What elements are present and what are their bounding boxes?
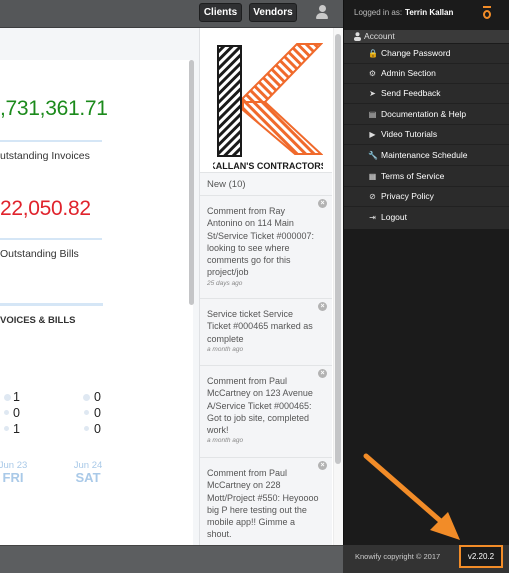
- notification-item[interactable]: Comment from Paul McCartney on 123 Avenu…: [200, 366, 332, 458]
- notification-text: Comment from Ray Antonino on 114 Main St…: [207, 206, 315, 278]
- stat-dot: [4, 410, 9, 415]
- divider: [0, 140, 102, 142]
- receivable-label: utstanding Invoices: [0, 150, 90, 162]
- calendar-weekday: SAT: [75, 470, 101, 485]
- receivable-amount[interactable]: ,731,361.71: [0, 97, 108, 121]
- company-logo: KALLAN'S CONTRACTORS: [213, 43, 323, 171]
- stat-dot: [84, 426, 89, 431]
- notification-time: a month ago: [207, 345, 244, 353]
- notification-text: Comment from Paul McCartney on 123 Avenu…: [207, 376, 313, 436]
- account-section-label: Account: [364, 31, 395, 41]
- calendar-day-fri[interactable]: Jun 23 FRI: [0, 460, 30, 485]
- notifications-scrollbar[interactable]: [335, 34, 341, 464]
- vendors-button[interactable]: Vendors: [249, 3, 297, 22]
- notification-text: Service ticket Service Ticket #000465 ma…: [207, 309, 313, 344]
- stat-dot: [4, 426, 9, 431]
- annotation-arrow: [363, 453, 460, 540]
- briefcase-icon: ▦: [368, 172, 377, 181]
- menu-item-label: Privacy Policy: [381, 191, 434, 201]
- stat-value: 0: [94, 422, 101, 436]
- divider: [0, 238, 102, 240]
- copyright-text: Knowify copyright © 2017: [355, 552, 441, 561]
- stat-value: 0: [94, 406, 101, 420]
- menu-item-label: Admin Section: [381, 68, 436, 78]
- account-menu: 🔒 Change Password ⚙ Admin Section ➤ Send…: [344, 44, 509, 229]
- stat-dot: [83, 394, 90, 401]
- notifications-count: New (10): [207, 179, 246, 190]
- send-icon: ➤: [369, 89, 376, 98]
- stat-value: 0: [13, 406, 20, 420]
- menu-item-label: Change Password: [381, 48, 451, 58]
- menu-item-change-password[interactable]: 🔒 Change Password: [344, 44, 509, 64]
- logo-wordmark: KALLAN'S CONTRACTORS: [213, 161, 323, 171]
- close-icon[interactable]: ×: [318, 369, 327, 378]
- notification-item[interactable]: Service ticket Service Ticket #000465 ma…: [200, 299, 332, 366]
- logged-in-label: Logged in as:: [354, 8, 403, 17]
- stat-value: 1: [13, 422, 20, 436]
- menu-item-send-feedback[interactable]: ➤ Send Feedback: [344, 84, 509, 104]
- payable-amount[interactable]: 22,050.82: [0, 197, 91, 221]
- stat-value: 0: [94, 390, 101, 404]
- version-badge: v2.20.2: [459, 545, 503, 568]
- menu-item-video-tutorials[interactable]: ▶ Video Tutorials: [344, 125, 509, 145]
- stat-value: 1: [13, 390, 20, 404]
- menu-item-documentation[interactable]: ▤ Documentation & Help: [344, 105, 509, 125]
- notification-item[interactable]: Comment from Paul McCartney on 228 Mott/…: [200, 458, 332, 545]
- notifications-panel: KALLAN'S CONTRACTORS New (10) Comment fr…: [199, 28, 344, 545]
- lock-icon: 🔒: [368, 49, 378, 58]
- menu-item-label: Logout: [381, 212, 407, 222]
- menu-item-label: Video Tutorials: [381, 129, 438, 139]
- user-icon: [354, 32, 361, 41]
- calendar-weekday: FRI: [2, 470, 24, 485]
- dashboard-scrollbar[interactable]: [189, 60, 194, 305]
- stat-dot: [84, 410, 89, 415]
- notification-time: 25 days ago: [207, 279, 243, 287]
- notification-text: Comment from Paul McCartney on 228 Mott/…: [207, 468, 319, 540]
- video-icon: ▶: [369, 130, 376, 139]
- menu-item-privacy-policy[interactable]: ⊘ Privacy Policy: [344, 187, 509, 207]
- book-icon: ▤: [368, 110, 377, 119]
- close-icon[interactable]: ×: [318, 302, 327, 311]
- user-icon[interactable]: [316, 4, 328, 20]
- ban-icon: ⊘: [369, 192, 376, 201]
- menu-item-label: Maintenance Schedule: [381, 150, 468, 160]
- user-name: Terrin Kallan: [405, 8, 454, 17]
- cogs-icon: ⚙: [368, 69, 377, 78]
- menu-item-label: Send Feedback: [381, 88, 441, 98]
- menu-item-label: Documentation & Help: [381, 109, 467, 119]
- section-title: VOICES & BILLS: [0, 315, 76, 326]
- menu-item-logout[interactable]: ⇥ Logout: [344, 208, 509, 228]
- menu-item-admin-section[interactable]: ⚙ Admin Section: [344, 64, 509, 84]
- notification-item[interactable]: Comment from Ray Antonino on 114 Main St…: [200, 196, 332, 299]
- calendar-day-sat[interactable]: Jun 24 SAT: [70, 460, 106, 485]
- wrench-icon: 🔧: [368, 151, 378, 160]
- clients-button[interactable]: Clients: [199, 3, 242, 22]
- sign-out-icon: ⇥: [369, 213, 376, 222]
- account-section-header: Account: [344, 30, 509, 43]
- menu-item-label: Terms of Service: [381, 171, 445, 181]
- menu-item-maintenance-schedule[interactable]: 🔧 Maintenance Schedule: [344, 146, 509, 166]
- menu-item-terms-of-service[interactable]: ▦ Terms of Service: [344, 167, 509, 187]
- knowify-icon[interactable]: [482, 5, 492, 20]
- close-icon[interactable]: ×: [318, 199, 327, 208]
- notification-time: a month ago: [207, 437, 244, 445]
- logged-in-info: Logged in as: Terrin Kallan: [354, 8, 453, 17]
- notifications-header: New (10): [200, 172, 332, 196]
- close-icon[interactable]: ×: [318, 461, 327, 470]
- payable-label: Outstanding Bills: [0, 248, 79, 260]
- divider: [0, 303, 103, 306]
- stat-dot: [4, 394, 11, 401]
- footer-bar-left: [0, 545, 343, 573]
